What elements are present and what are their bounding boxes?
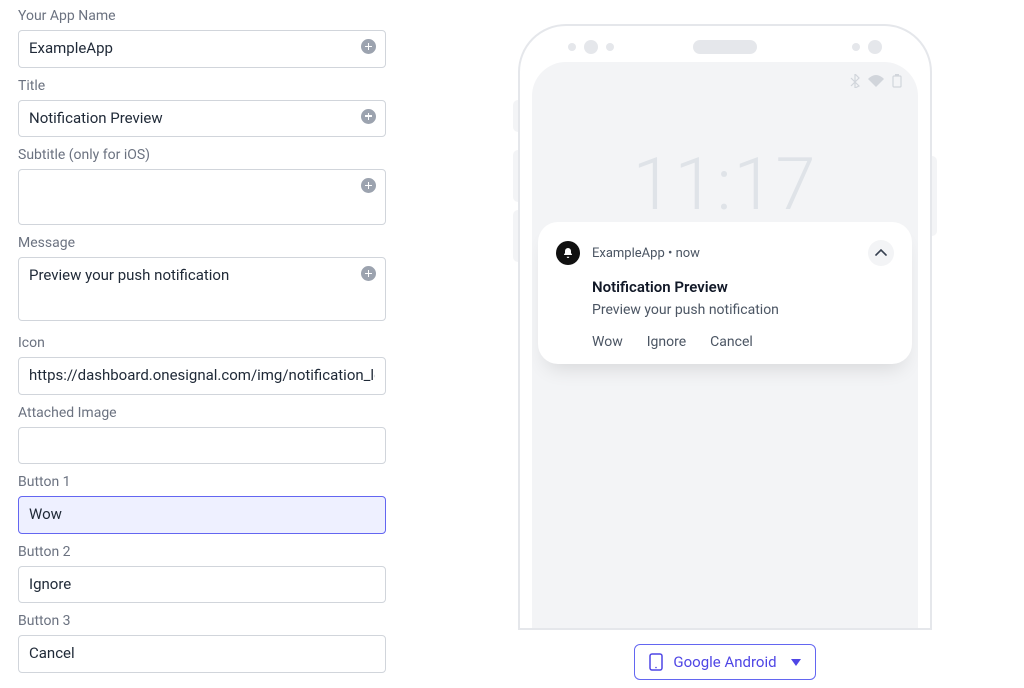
title-label: Title xyxy=(18,78,404,94)
notification-card[interactable]: ExampleApp • now Notification Preview Pr… xyxy=(538,222,912,364)
chevron-down-icon xyxy=(791,659,801,666)
notification-action-button[interactable]: Cancel xyxy=(710,334,753,350)
battery-icon xyxy=(892,74,902,88)
field-button1: Button 1 xyxy=(18,474,404,534)
bluetooth-icon xyxy=(850,74,860,88)
app-name-label: Your App Name xyxy=(18,8,404,24)
attached-image-input[interactable] xyxy=(18,427,386,465)
field-title: Title xyxy=(18,78,404,138)
phone-side-button xyxy=(513,100,518,132)
field-subtitle: Subtitle (only for iOS) xyxy=(18,147,404,225)
platform-label: Google Android xyxy=(673,653,776,671)
button1-input[interactable] xyxy=(18,496,386,534)
phone-side-button xyxy=(513,210,518,262)
title-input[interactable] xyxy=(18,100,386,138)
button1-label: Button 1 xyxy=(18,474,404,490)
button2-input[interactable] xyxy=(18,566,386,604)
button3-input[interactable] xyxy=(18,635,386,673)
attached-image-label: Attached Image xyxy=(18,405,404,421)
icon-label: Icon xyxy=(18,335,404,351)
button3-label: Button 3 xyxy=(18,613,404,629)
status-bar-icons xyxy=(850,74,902,88)
phone-side-button xyxy=(932,156,937,236)
field-button2: Button 2 xyxy=(18,544,404,604)
plus-icon[interactable] xyxy=(361,39,376,54)
platform-select[interactable]: Google Android xyxy=(634,644,815,680)
field-button3: Button 3 xyxy=(18,613,404,673)
notification-buttons: Wow Ignore Cancel xyxy=(592,334,894,350)
phone-mockup: 11:17 ExampleApp • now Notification Prev… xyxy=(518,24,932,630)
preview-panel: 11:17 ExampleApp • now Notification Prev… xyxy=(404,8,1006,680)
plus-icon[interactable] xyxy=(361,109,376,124)
chevron-up-icon xyxy=(875,249,887,257)
phone-icon xyxy=(649,653,663,671)
camera-holes xyxy=(852,40,882,54)
field-icon: Icon xyxy=(18,335,404,395)
notification-app-line: ExampleApp • now xyxy=(592,246,856,261)
field-app-name: Your App Name xyxy=(18,8,404,68)
notification-action-button[interactable]: Wow xyxy=(592,334,623,350)
wifi-icon xyxy=(868,75,884,87)
collapse-button[interactable] xyxy=(868,240,894,266)
bell-icon xyxy=(562,247,574,259)
notification-app-icon xyxy=(556,241,580,265)
subtitle-input[interactable] xyxy=(18,169,386,225)
message-input[interactable] xyxy=(18,257,386,321)
form-panel: Your App Name Title Subtitle (only for i… xyxy=(18,8,404,680)
app-name-input[interactable] xyxy=(18,30,386,68)
field-message: Message xyxy=(18,235,404,325)
notification-action-button[interactable]: Ignore xyxy=(647,334,686,350)
phone-side-button xyxy=(513,150,518,202)
notification-title: Notification Preview xyxy=(592,278,894,296)
icon-url-input[interactable] xyxy=(18,357,386,395)
subtitle-label: Subtitle (only for iOS) xyxy=(18,147,404,163)
button2-label: Button 2 xyxy=(18,544,404,560)
plus-icon[interactable] xyxy=(361,266,376,281)
notification-message: Preview your push notification xyxy=(592,302,894,318)
phone-screen: 11:17 ExampleApp • now Notification Prev… xyxy=(532,62,918,628)
plus-icon[interactable] xyxy=(361,178,376,193)
lock-screen-clock: 11:17 xyxy=(532,142,918,227)
field-attached-image: Attached Image xyxy=(18,405,404,465)
message-label: Message xyxy=(18,235,404,251)
